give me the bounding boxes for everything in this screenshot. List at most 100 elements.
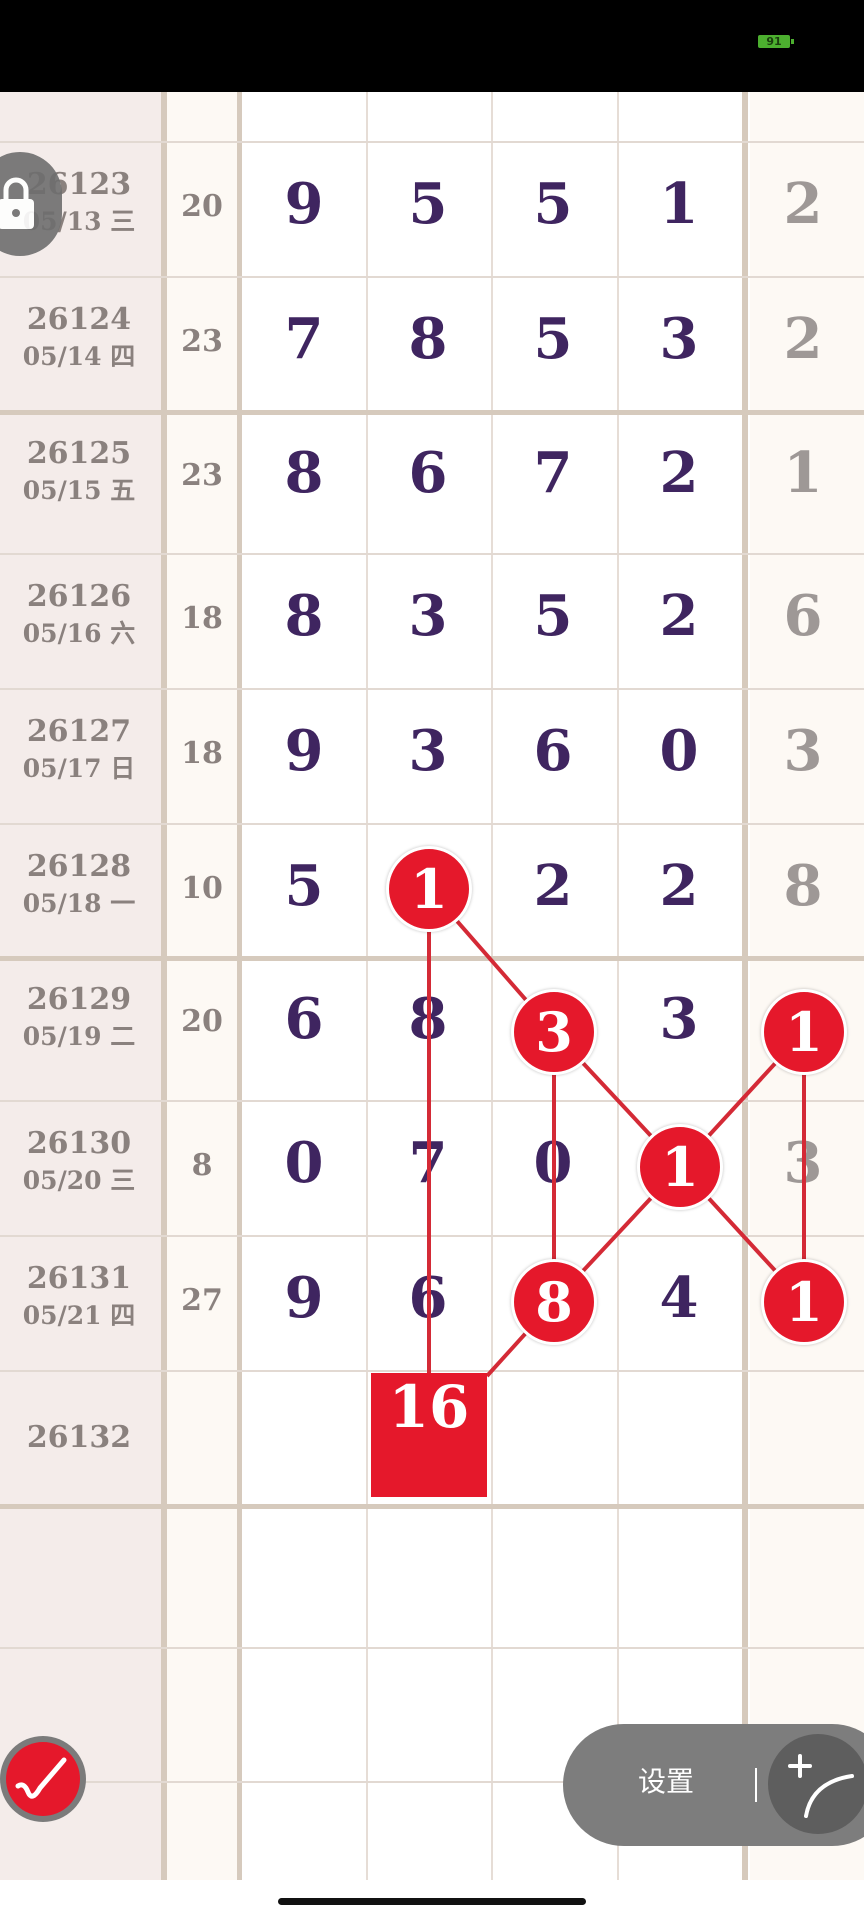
issue-number: 26125	[26, 436, 132, 471]
lock-icon	[0, 177, 34, 229]
issue-number: 26130	[26, 1126, 132, 1161]
digit-cell: 8	[284, 440, 324, 506]
sum-cell: 18	[181, 736, 223, 771]
draw-line-button[interactable]	[768, 1734, 864, 1834]
status-bar: 91	[0, 0, 864, 92]
digit-cell: 8	[408, 306, 448, 372]
issue-cell: 26126 05/16 六	[0, 579, 158, 650]
table-row: 26126 05/16 六 18 8 3 5 2 6	[0, 553, 864, 687]
prediction-box[interactable]: 16	[371, 1373, 487, 1497]
table-row: 26127 05/17 日 18 9 3 6 0 3	[0, 688, 864, 822]
marker-ball: 3	[511, 989, 597, 1075]
issue-date: 05/21 四	[22, 1301, 136, 1330]
digit-cell: 3	[408, 718, 448, 784]
digit-cell: 7	[284, 306, 324, 372]
home-indicator[interactable]	[278, 1898, 586, 1905]
issue-cell: 26130 05/20 三	[0, 1126, 158, 1197]
issue-number: 26127	[26, 714, 132, 749]
sum-cell: 23	[181, 458, 223, 493]
digit-cell: 3	[408, 583, 448, 649]
marker-ball: 8	[511, 1259, 597, 1345]
digit-cell: 6	[408, 440, 448, 506]
lock-button[interactable]	[0, 152, 62, 256]
sum-cell: 23	[181, 324, 223, 359]
issue-date: 05/18 一	[22, 889, 136, 918]
table-row: 2613005/20 三807013	[0, 1100, 864, 1234]
issue-number: 26128	[26, 849, 132, 884]
issue-date: 05/20 三	[22, 1166, 136, 1195]
digit-cell: 7	[533, 440, 573, 506]
issue-cell: 26128 05/18 一	[0, 849, 158, 920]
digit-cell: 8	[408, 986, 448, 1052]
digit-cell: 0	[284, 1130, 324, 1196]
table-row: 26124 05/14 四 23 7 8 5 3 2	[0, 276, 864, 410]
last-digit-cell: 2	[783, 306, 823, 372]
table-row: 26123 05/13 三 20 9 5 5 1 2	[0, 141, 864, 275]
issue-cell: 26132	[0, 1420, 158, 1455]
digit-cell: 2	[533, 853, 573, 919]
digit-cell: 2	[659, 583, 699, 649]
digit-cell: 5	[533, 306, 573, 372]
last-digit-cell: 8	[783, 853, 823, 919]
digit-cell: 9	[284, 1265, 324, 1331]
digit-cell: 1	[659, 171, 699, 237]
marker-ball: 1	[761, 1259, 847, 1345]
issue-cell: 26127 05/17 日	[0, 714, 158, 785]
sum-cell: 8	[191, 1148, 213, 1183]
sum-cell: 10	[181, 871, 223, 906]
draw-rows: 05/12 二747612612305/13 三20955122612405/1…	[0, 0, 864, 1880]
digit-cell: 2	[659, 440, 699, 506]
issue-date: 05/16 六	[22, 619, 136, 648]
last-digit-cell: 6	[783, 583, 823, 649]
last-digit-cell: 2	[783, 171, 823, 237]
digit-cell: 2	[659, 853, 699, 919]
table-row: 26131 05/21 四 27 9 6841	[0, 1235, 864, 1369]
table-row: 26125 05/15 五 23 8 6 7 2 1	[0, 410, 864, 544]
last-digit-cell: 1	[783, 440, 823, 506]
digit-cell: 8	[284, 583, 324, 649]
digit-cell: 5	[533, 171, 573, 237]
sum-cell: 20	[181, 1004, 223, 1039]
digit-cell: 9	[284, 171, 324, 237]
sum-cell: 18	[181, 601, 223, 636]
pen-button-face	[6, 1742, 80, 1816]
digit-cell: 6	[533, 718, 573, 784]
digit-cell: 0	[659, 718, 699, 784]
issue-date: 05/15 五	[22, 476, 136, 505]
settings-button[interactable]: 设置	[638, 1760, 694, 1800]
issue-cell: 26129 05/19 二	[0, 982, 158, 1053]
sum-cell: 27	[181, 1283, 223, 1318]
separator	[755, 1768, 757, 1802]
digit-cell: 6	[284, 986, 324, 1052]
table-row: 2612905/19 二2068331	[0, 956, 864, 1090]
pen-icon	[15, 1757, 67, 1799]
draw-line-icon	[788, 1754, 854, 1818]
issue-number: 26126	[26, 579, 132, 614]
marker-ball: 1	[386, 846, 472, 932]
digit-cell: 9	[284, 718, 324, 784]
last-digit-cell: 3	[783, 1130, 823, 1196]
issue-number: 26132	[26, 1420, 132, 1455]
digit-cell: 3	[659, 306, 699, 372]
issue-date: 05/14 四	[22, 342, 136, 371]
issue-cell: 26124 05/14 四	[0, 302, 158, 373]
digit-cell: 0	[533, 1130, 573, 1196]
issue-cell: 26131 05/21 四	[0, 1261, 158, 1332]
digit-cell: 5	[533, 583, 573, 649]
pen-button[interactable]	[0, 1736, 86, 1822]
issue-number: 26131	[26, 1261, 132, 1296]
digit-cell: 6	[408, 1265, 448, 1331]
issue-date: 05/17 日	[22, 754, 136, 783]
sum-cell: 20	[181, 189, 223, 224]
digit-cell: 5	[284, 853, 324, 919]
issue-number: 26129	[26, 982, 132, 1017]
issue-cell: 26125 05/15 五	[0, 436, 158, 507]
issue-number: 26124	[26, 302, 132, 337]
digit-cell: 4	[659, 1265, 699, 1331]
marker-ball: 1	[761, 989, 847, 1075]
digit-cell: 5	[408, 171, 448, 237]
digit-cell: 7	[408, 1130, 448, 1196]
digit-cell: 3	[659, 986, 699, 1052]
battery-indicator: 91	[758, 35, 794, 48]
last-digit-cell: 3	[783, 718, 823, 784]
